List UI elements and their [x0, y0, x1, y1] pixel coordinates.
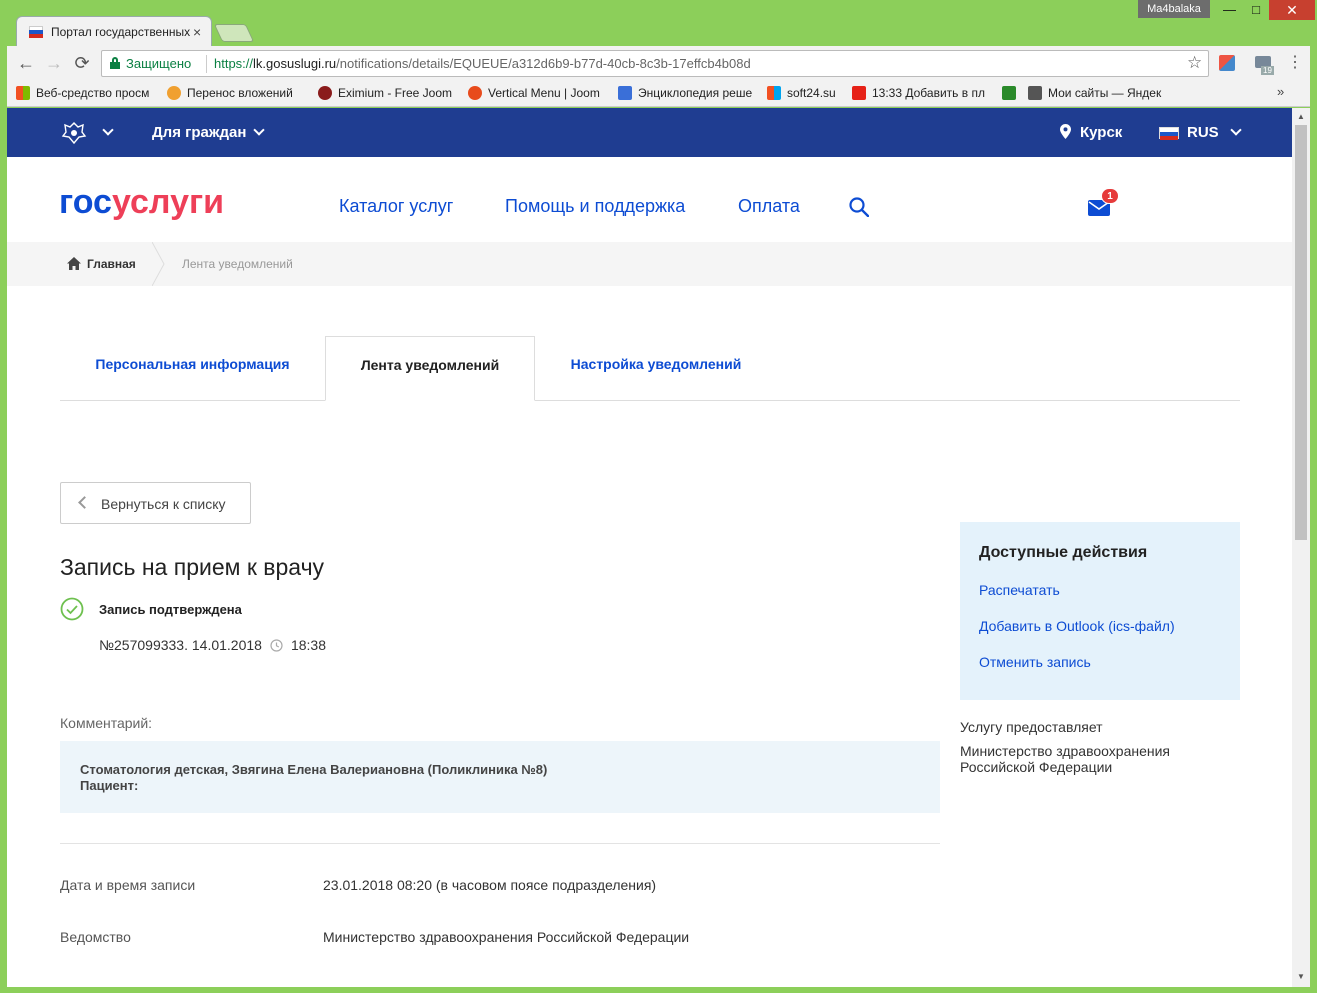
- back-to-list-button[interactable]: Вернуться к списку: [60, 482, 251, 524]
- add-to-outlook-link[interactable]: Добавить в Outlook (ics-файл): [979, 618, 1175, 634]
- comment-line: Стоматология детская, Звягина Елена Вале…: [80, 762, 548, 777]
- comment-label: Комментарий:: [60, 715, 153, 731]
- reload-icon[interactable]: ⟳: [71, 52, 93, 74]
- comment-line: Пациент:: [80, 778, 139, 793]
- bookmark-item[interactable]: Vertical Menu | Joom: [468, 86, 608, 100]
- field-value-datetime: 23.01.2018 08:20 (в часовом поясе подраз…: [323, 877, 657, 893]
- bookmark-item[interactable]: [1002, 86, 1018, 100]
- russian-flag-icon: [1159, 127, 1179, 140]
- comment-box: Стоматология детская, Звягина Елена Вале…: [60, 741, 940, 813]
- address-bar[interactable]: Защищено https://lk.gosuslugi.ru/notific…: [101, 50, 1209, 77]
- breadcrumb-current: Лента уведомлений: [182, 257, 293, 271]
- home-icon: [67, 257, 81, 270]
- url-separator: [206, 55, 207, 73]
- bookmark-item[interactable]: Мои сайты — Яндек: [1028, 86, 1168, 100]
- field-value-agency: Министерство здравоохранения Российской …: [323, 929, 690, 945]
- scroll-up-icon[interactable]: ▲: [1297, 112, 1305, 121]
- lock-icon: [110, 57, 120, 69]
- browser-tab[interactable]: Портал государственных ×: [16, 16, 212, 46]
- close-window-button[interactable]: ✕: [1269, 0, 1315, 20]
- tab-notification-feed[interactable]: Лента уведомлений: [325, 336, 535, 401]
- breadcrumb-home[interactable]: Главная: [87, 257, 136, 271]
- clock-icon: [270, 639, 283, 652]
- chevron-left-icon: [78, 496, 91, 509]
- browser-window: Ma4balaka — □ ✕ Портал государственных ×…: [0, 0, 1317, 993]
- url-text: https://lk.gosuslugi.ru/notifications/de…: [214, 56, 751, 71]
- print-link[interactable]: Распечатать: [979, 582, 1060, 598]
- bookmark-item[interactable]: Энциклопедия реше: [618, 86, 758, 100]
- breadcrumb: Главная Лента уведомлений: [7, 242, 1292, 286]
- bookmark-item[interactable]: soft24.su: [767, 86, 847, 100]
- secure-label: Защищено: [126, 56, 192, 71]
- actions-title: Доступные действия: [979, 544, 1148, 561]
- minimize-button[interactable]: —: [1216, 0, 1243, 20]
- coat-of-arms-icon[interactable]: [61, 120, 87, 146]
- page-scrollbar[interactable]: ▲ ▼: [1292, 108, 1310, 987]
- available-actions-panel: Доступные действия Распечатать Добавить …: [960, 522, 1240, 700]
- section-divider: [60, 843, 940, 844]
- gosuslugi-logo[interactable]: госуслуги: [59, 185, 224, 219]
- new-tab-button[interactable]: [213, 24, 255, 42]
- bookmark-item[interactable]: Веб-средство просм: [16, 86, 156, 100]
- nav-catalog[interactable]: Каталог услуг: [339, 196, 453, 217]
- browser-menu-icon[interactable]: ⋮: [1287, 52, 1303, 72]
- profile-badge[interactable]: Ma4balaka: [1138, 0, 1210, 18]
- city-selector[interactable]: Курск: [1080, 124, 1122, 141]
- scroll-down-icon[interactable]: ▼: [1297, 972, 1305, 981]
- provider-name: Министерство здравоохранения Российской …: [960, 743, 1170, 775]
- page-title: Запись на прием к врачу: [60, 554, 325, 580]
- tab-title: Портал государственных: [51, 25, 191, 39]
- title-bar: Ma4balaka — □ ✕ Портал государственных ×: [0, 0, 1317, 46]
- chevron-down-icon[interactable]: [1230, 124, 1242, 136]
- record-number-date: №257099333. 14.01.2018 18:38: [99, 637, 326, 653]
- language-selector[interactable]: RUS: [1187, 124, 1219, 141]
- tab-close-icon[interactable]: ×: [193, 24, 201, 40]
- mail-extension-icon[interactable]: 19: [1255, 56, 1274, 75]
- chevron-down-icon[interactable]: [253, 124, 265, 136]
- maximize-button[interactable]: □: [1243, 0, 1269, 20]
- site-header: госуслуги Каталог услуг Помощь и поддерж…: [7, 157, 1292, 242]
- extension-icon[interactable]: [1219, 55, 1235, 71]
- field-label-datetime: Дата и время записи: [60, 877, 196, 893]
- back-arrow-icon[interactable]: ←: [15, 52, 37, 74]
- bookmark-item[interactable]: Перенос вложений: [167, 86, 307, 100]
- bookmarks-bar: Веб-средство просм Перенос вложений Exim…: [7, 80, 1310, 107]
- chevron-down-icon[interactable]: [102, 124, 114, 136]
- bookmark-item[interactable]: Eximium - Free Joom: [318, 86, 458, 100]
- check-circle-icon: [60, 597, 84, 621]
- breadcrumb-separator: [152, 242, 165, 286]
- location-pin-icon: [1060, 124, 1071, 139]
- forward-arrow-icon[interactable]: →: [43, 52, 65, 74]
- status-badge: Запись подтверждена: [99, 602, 242, 617]
- scrollbar-thumb[interactable]: [1295, 125, 1307, 540]
- bookmark-item[interactable]: 13:33 Добавить в пл: [852, 86, 992, 100]
- nav-help[interactable]: Помощь и поддержка: [505, 196, 685, 217]
- russian-flag-icon: [29, 26, 43, 38]
- provider-label: Услугу предоставляет: [960, 719, 1103, 735]
- search-icon[interactable]: [849, 197, 869, 217]
- tab-personal-info[interactable]: Персональная информация: [60, 336, 325, 401]
- page-viewport: Для граждан Курск RUS госуслуги Каталог …: [7, 108, 1292, 987]
- notification-count-badge: 1: [1101, 188, 1119, 204]
- audience-selector[interactable]: Для граждан: [152, 124, 246, 141]
- browser-toolbar: ← → ⟳ Защищено https://lk.gosuslugi.ru/n…: [7, 46, 1310, 80]
- bookmark-star-icon[interactable]: ☆: [1187, 53, 1202, 73]
- cancel-appointment-link[interactable]: Отменить запись: [979, 654, 1091, 670]
- bookmarks-more-icon[interactable]: »: [1277, 84, 1284, 99]
- top-bar: Для граждан Курск RUS: [7, 108, 1292, 157]
- tab-notification-settings[interactable]: Настройка уведомлений: [535, 336, 777, 401]
- nav-payment[interactable]: Оплата: [738, 196, 800, 217]
- field-label-agency: Ведомство: [60, 929, 131, 945]
